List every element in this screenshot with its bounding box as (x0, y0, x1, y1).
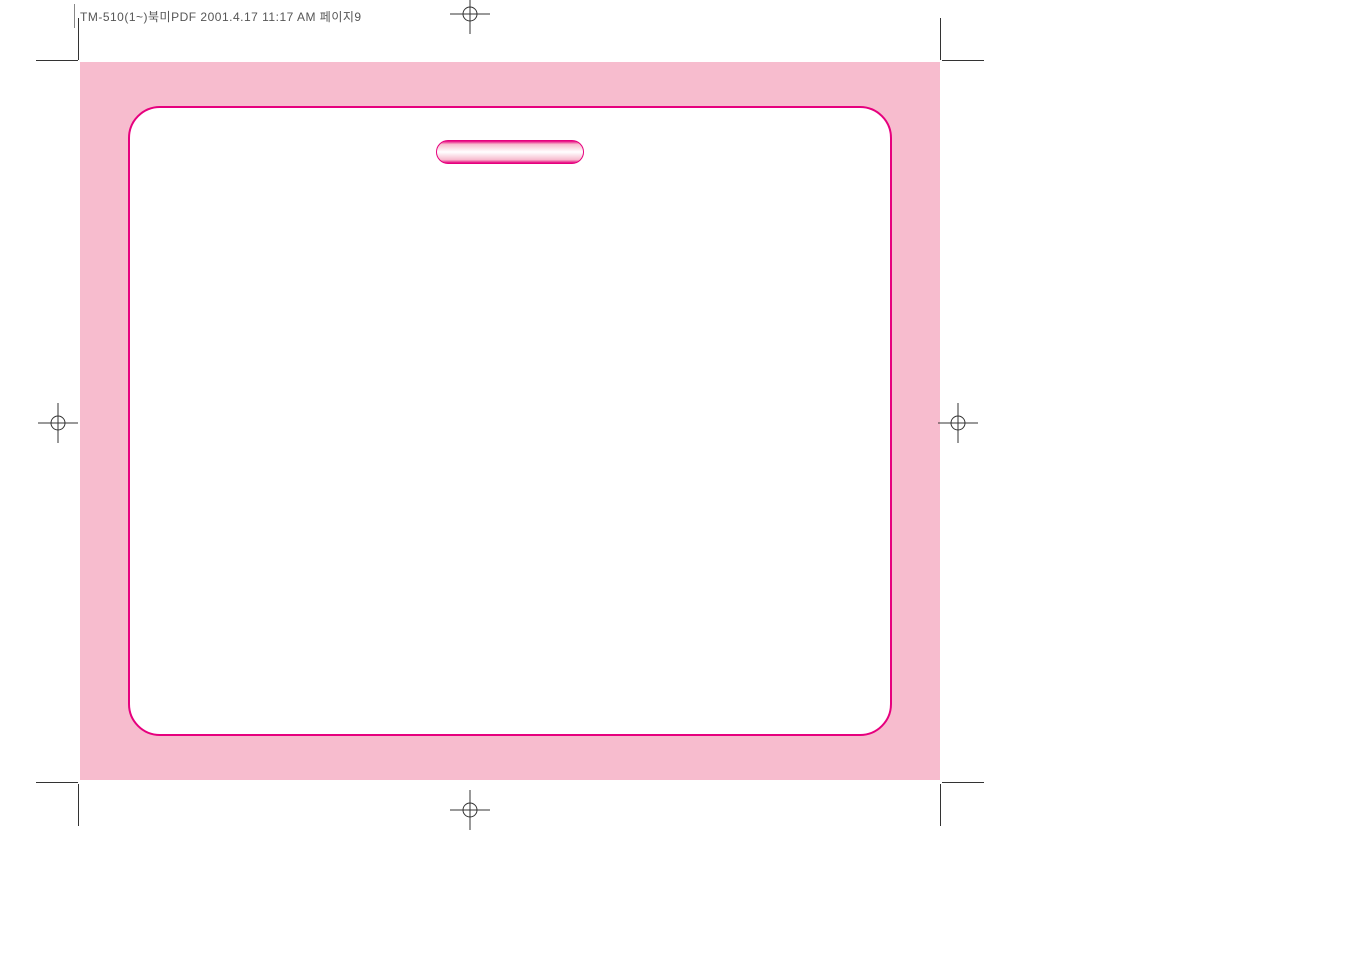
page-frame (80, 62, 940, 780)
crop-mark-icon (940, 18, 941, 60)
registration-mark-icon (938, 403, 978, 443)
crop-mark-icon (78, 784, 79, 826)
crop-mark-icon (942, 782, 984, 783)
header-divider (74, 4, 75, 28)
registration-mark-icon (450, 0, 490, 34)
crop-mark-icon (942, 60, 984, 61)
content-panel (128, 106, 892, 736)
crop-mark-icon (36, 60, 78, 61)
crop-mark-icon (940, 784, 941, 826)
crop-mark-icon (36, 782, 78, 783)
tab-pill (436, 140, 584, 164)
document-slug: TM-510(1~)북미PDF 2001.4.17 11:17 AM 페이지9 (80, 8, 362, 25)
registration-mark-icon (38, 403, 78, 443)
registration-mark-icon (450, 790, 490, 830)
crop-mark-icon (78, 18, 79, 60)
